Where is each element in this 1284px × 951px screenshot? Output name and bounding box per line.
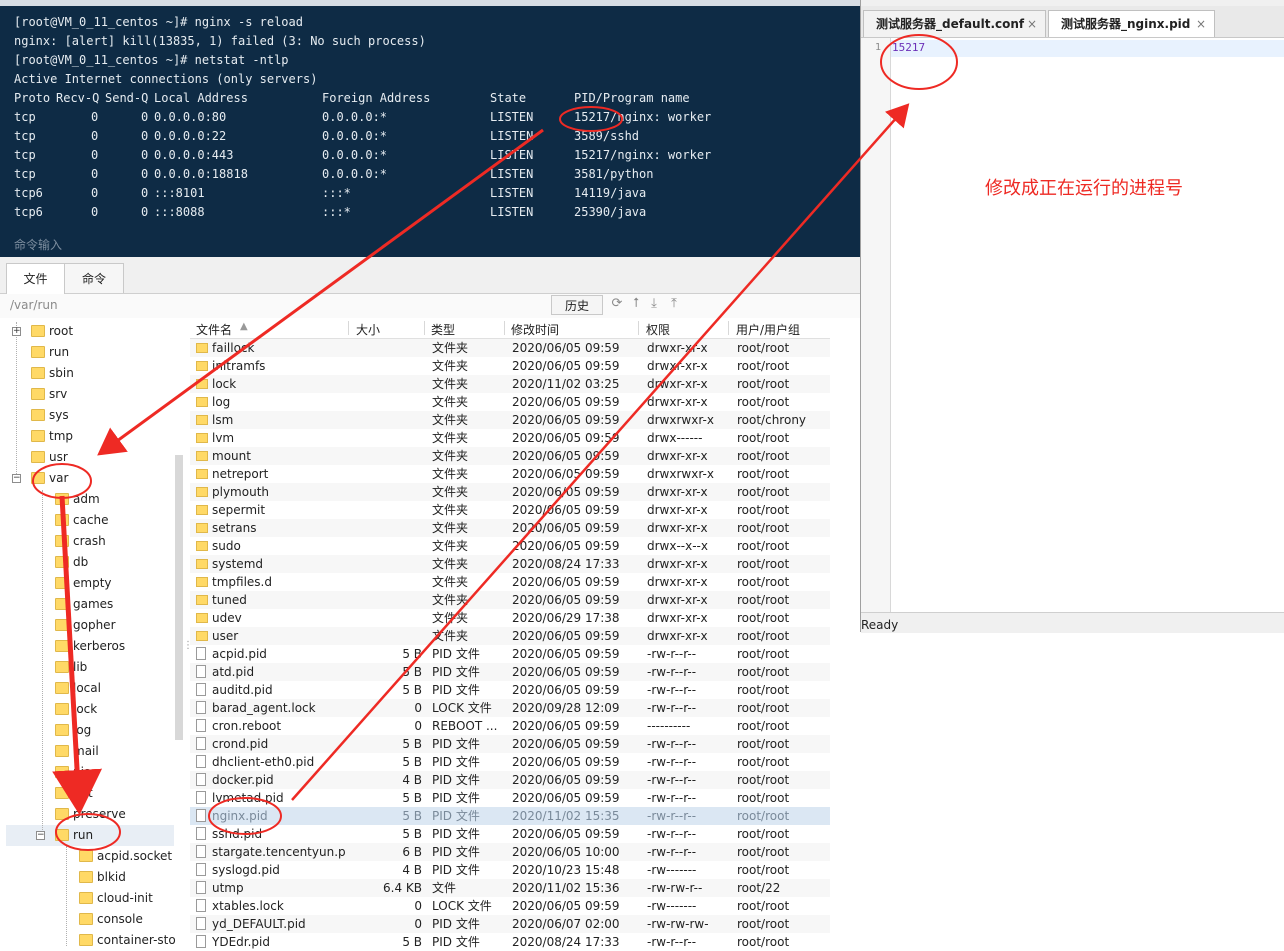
arrow-nginx-pid-to-editor <box>291 103 910 801</box>
arrow-pid-to-var <box>97 128 544 456</box>
highlight-circle-pid <box>559 106 623 132</box>
highlight-circle-run <box>55 813 121 851</box>
arrow-var-to-run <box>52 495 103 815</box>
highlight-circle-var <box>32 463 92 499</box>
highlight-circle-nginx-pid <box>208 797 282 835</box>
annotation-overlay <box>32 34 958 851</box>
highlight-circle-editor-value <box>880 34 958 90</box>
